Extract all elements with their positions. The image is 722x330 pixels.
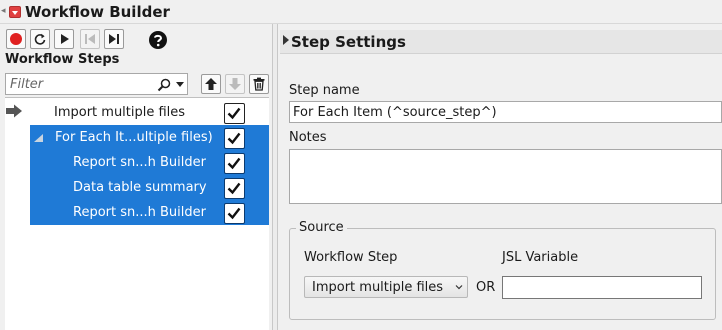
move-down-button[interactable]: [225, 74, 245, 94]
checkmark-icon: [227, 107, 241, 120]
record-icon: [10, 33, 22, 45]
step-name-label: Step name: [289, 83, 360, 98]
source-group: [289, 228, 716, 320]
checkmark-icon: [227, 207, 241, 220]
arrow-down-icon: [229, 78, 241, 90]
reset-button[interactable]: [30, 29, 50, 49]
workflow-steps-list[interactable]: Import multiple files For Each It...ulti…: [5, 97, 269, 330]
delete-step-button[interactable]: [249, 74, 269, 94]
help-button[interactable]: [148, 30, 168, 50]
window-title: Workflow Builder: [25, 3, 170, 21]
search-icon[interactable]: [157, 78, 171, 92]
step-label: Data table summary: [73, 180, 207, 195]
step-forward-icon: [109, 34, 119, 44]
reset-icon: [34, 33, 46, 45]
filter-box: [5, 73, 188, 95]
step-label: Import multiple files: [54, 105, 186, 120]
step-enabled-checkbox[interactable]: [224, 203, 245, 224]
play-icon: [61, 34, 69, 44]
disclosure-triangle-icon[interactable]: [283, 35, 289, 45]
step-label: Report sn...h Builder: [73, 205, 206, 220]
jsl-variable-input[interactable]: [502, 276, 702, 299]
current-step-arrow-icon: [6, 104, 22, 118]
panel-edge-arrows-icon: ◂: [1, 6, 6, 16]
or-label: OR: [476, 280, 496, 295]
play-button[interactable]: [54, 29, 74, 49]
workflow-step-select[interactable]: Import multiple files: [304, 276, 468, 298]
notes-textarea[interactable]: [289, 149, 722, 204]
workflow-steps-heading: Workflow Steps: [5, 52, 120, 67]
trash-icon: [253, 77, 265, 91]
step-back-icon: [85, 34, 95, 44]
checkmark-icon: [227, 157, 241, 170]
workflow-step-label: Workflow Step: [304, 250, 398, 265]
workflow-step-select-value: Import multiple files: [312, 280, 444, 295]
step-enabled-checkbox[interactable]: [224, 128, 245, 149]
step-row-for-each-item[interactable]: For Each It...ultiple files): [30, 125, 269, 150]
source-legend: Source: [296, 220, 347, 236]
step-label: Report sn...h Builder: [73, 155, 206, 170]
step-settings-title: Step Settings: [291, 33, 406, 51]
arrow-up-icon: [205, 78, 217, 90]
step-name-input[interactable]: [289, 101, 722, 123]
step-forward-button[interactable]: [104, 29, 124, 49]
filter-input[interactable]: [10, 76, 140, 92]
expand-triangle-icon[interactable]: [34, 134, 43, 142]
help-icon: [149, 31, 167, 49]
notes-label: Notes: [289, 130, 327, 145]
workflow-menu-disclosure-icon[interactable]: [9, 6, 21, 18]
step-row-report-snapshot-2[interactable]: Report sn...h Builder: [30, 200, 269, 225]
filter-dropdown-icon[interactable]: [176, 82, 184, 87]
step-row-report-snapshot-1[interactable]: Report sn...h Builder: [30, 150, 269, 175]
step-row-import-multiple-files[interactable]: Import multiple files: [30, 100, 269, 125]
checkmark-icon: [227, 182, 241, 195]
step-label: For Each It...ultiple files): [55, 130, 213, 145]
jsl-variable-label: JSL Variable: [502, 250, 579, 265]
record-button[interactable]: [6, 29, 26, 49]
step-back-button[interactable]: [80, 29, 100, 49]
step-row-data-table-summary[interactable]: Data table summary: [30, 175, 269, 200]
step-enabled-checkbox[interactable]: [224, 178, 245, 199]
step-enabled-checkbox[interactable]: [224, 153, 245, 174]
step-enabled-checkbox[interactable]: [224, 103, 245, 124]
checkmark-icon: [227, 132, 241, 145]
chevron-down-icon: [455, 285, 463, 290]
move-up-button[interactable]: [201, 74, 221, 94]
